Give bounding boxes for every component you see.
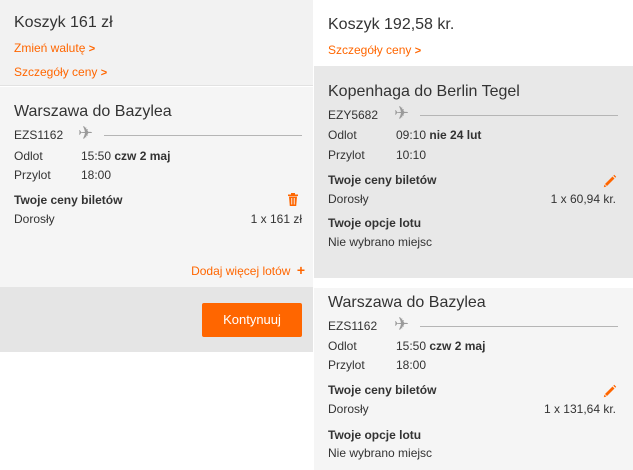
pencil-icon[interactable] xyxy=(603,384,617,403)
basket-header: Koszyk 161 zł Zmień walutę > Szczegóły c… xyxy=(0,0,313,86)
departure-label: Odlot xyxy=(328,128,357,142)
arrival-label: Przylot xyxy=(328,148,365,162)
flight-code-line: EZY5682 ✈ xyxy=(328,103,618,123)
flight-code-line: EZS1162 ✈ xyxy=(328,314,618,334)
airplane-icon: ✈ xyxy=(78,123,94,143)
flight-code-line: EZS1162 ✈ xyxy=(14,123,302,143)
arrival-label: Przylot xyxy=(14,168,51,182)
price-details-link[interactable]: Szczegóły ceny > xyxy=(14,65,107,79)
airplane-icon: ✈ xyxy=(394,103,410,123)
arrival-label: Przylot xyxy=(328,358,365,372)
flight-route: Kopenhaga do Berlin Tegel xyxy=(328,83,520,100)
pencil-icon[interactable] xyxy=(603,174,617,193)
fare-price: 1 x 161 zł xyxy=(250,212,302,226)
flight-card: Warszawa do Bazylea EZS1162 ✈ Odlot 15:5… xyxy=(314,288,633,470)
departure-time: 15:50 xyxy=(81,149,112,163)
flight-code: EZS1162 xyxy=(328,319,378,333)
card-divider xyxy=(314,278,633,288)
trash-icon[interactable] xyxy=(287,193,299,211)
flight-line-divider xyxy=(420,115,618,116)
departure-time: 09:10 xyxy=(396,128,427,142)
flight-route: Warszawa do Bazylea xyxy=(14,103,172,120)
departure-value: 15:50 czw 2 maj xyxy=(81,149,170,163)
price-details-label: Szczegóły ceny xyxy=(328,43,412,57)
price-details-label: Szczegóły ceny xyxy=(14,65,98,79)
airplane-icon: ✈ xyxy=(394,314,410,334)
fares-title: Twoje ceny biletów xyxy=(328,383,437,397)
flight-line-divider xyxy=(420,326,618,327)
arrival-time: 18:00 xyxy=(396,358,427,372)
departure-date: czw 2 maj xyxy=(429,339,486,353)
continue-button[interactable]: Kontynuuj xyxy=(202,303,302,337)
flight-code: EZS1162 xyxy=(14,128,64,142)
add-more-flights-label: Dodaj więcej lotów xyxy=(191,264,291,278)
departure-time: 15:50 xyxy=(396,339,427,353)
basket-title: Koszyk 161 zł xyxy=(14,14,113,31)
flight-route: Warszawa do Bazylea xyxy=(328,294,486,311)
flight-options-value: Nie wybrano miejsc xyxy=(328,235,433,249)
basket-panel-pln: Koszyk 161 zł Zmień walutę > Szczegóły c… xyxy=(0,0,313,352)
fares-title: Twoje ceny biletów xyxy=(328,173,437,187)
basket-panel-dkk: Koszyk 192,58 kr. Szczegóły ceny > Kopen… xyxy=(314,0,633,470)
flight-code: EZY5682 xyxy=(328,108,379,122)
passenger-type: Dorosły xyxy=(328,192,369,206)
departure-date: czw 2 maj xyxy=(114,149,171,163)
departure-date: nie 24 lut xyxy=(429,128,482,142)
arrival-time: 10:10 xyxy=(396,148,427,162)
flight-card-selected: Kopenhaga do Berlin Tegel EZY5682 ✈ Odlo… xyxy=(314,66,633,278)
fare-price: 1 x 60,94 kr. xyxy=(550,192,616,206)
departure-label: Odlot xyxy=(14,149,43,163)
arrival-time: 18:00 xyxy=(81,168,112,182)
chevron-right-icon: > xyxy=(414,45,422,57)
flight-line-divider xyxy=(104,135,302,136)
flight-options-title: Twoje opcje lotu xyxy=(328,216,422,230)
plus-icon: + xyxy=(296,262,305,278)
price-details-link[interactable]: Szczegóły ceny > xyxy=(328,43,421,57)
flight-card: Warszawa do Bazylea EZS1162 ✈ Odlot 15:5… xyxy=(0,87,313,287)
passenger-type: Dorosły xyxy=(328,402,369,416)
basket-title: Koszyk 192,58 kr. xyxy=(328,16,455,33)
fare-price: 1 x 131,64 kr. xyxy=(543,402,616,416)
add-more-flights-link[interactable]: Dodaj więcej lotów + xyxy=(191,262,305,278)
fares-title: Twoje ceny biletów xyxy=(14,193,123,207)
flight-options-value: Nie wybrano miejsc xyxy=(328,446,433,460)
basket-footer: Kontynuuj xyxy=(0,287,313,352)
chevron-right-icon: > xyxy=(100,67,108,79)
departure-value: 09:10 nie 24 lut xyxy=(396,128,481,142)
change-currency-link[interactable]: Zmień walutę > xyxy=(14,41,95,55)
chevron-right-icon: > xyxy=(88,43,96,55)
change-currency-label: Zmień walutę xyxy=(14,41,86,55)
departure-label: Odlot xyxy=(328,339,357,353)
flight-options-title: Twoje opcje lotu xyxy=(328,428,422,442)
passenger-type: Dorosły xyxy=(14,212,55,226)
departure-value: 15:50 czw 2 maj xyxy=(396,339,485,353)
basket-header: Koszyk 192,58 kr. Szczegóły ceny > xyxy=(314,0,633,66)
